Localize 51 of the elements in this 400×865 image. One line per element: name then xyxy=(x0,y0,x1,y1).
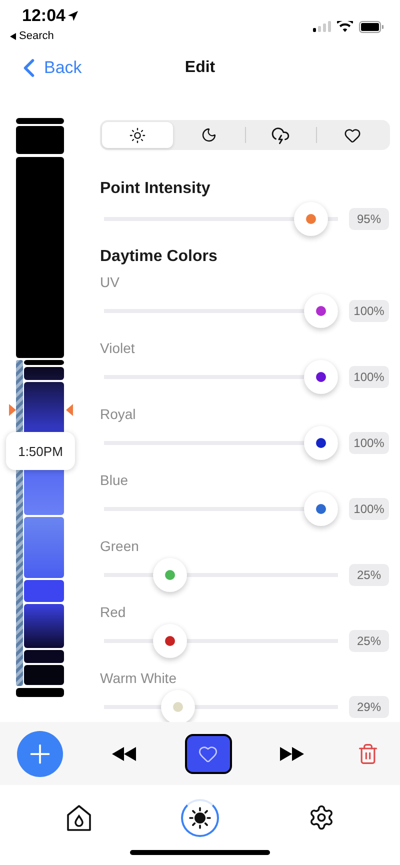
back-to-app-link[interactable]: Search xyxy=(19,30,54,42)
slider-thumb[interactable] xyxy=(153,624,188,658)
moon-icon xyxy=(201,127,218,143)
slider-thumb[interactable] xyxy=(304,426,338,460)
value-label: 25% xyxy=(349,564,389,586)
signal-icon xyxy=(313,21,331,32)
sun-icon xyxy=(128,126,146,144)
channel-label: UV xyxy=(100,273,120,291)
value-label: 95% xyxy=(349,208,389,230)
sun-icon xyxy=(187,804,213,830)
heart-icon xyxy=(198,744,218,764)
section-heading: Point Intensity xyxy=(100,179,212,199)
channel-label: Royal xyxy=(100,405,137,423)
slider-thumb[interactable] xyxy=(304,294,338,328)
value-label: 100% xyxy=(349,300,389,322)
slider-thumb[interactable] xyxy=(294,202,328,236)
favorite-button[interactable] xyxy=(184,734,232,774)
back-triangle-icon xyxy=(10,32,16,40)
status-time: 12:04 xyxy=(22,6,78,26)
battery-icon xyxy=(359,20,384,32)
heart-icon xyxy=(344,126,362,144)
fast-forward-icon xyxy=(280,746,304,760)
slider-thumb[interactable] xyxy=(153,558,188,592)
back-button[interactable]: Back xyxy=(0,52,82,82)
storm-icon xyxy=(271,126,290,144)
channel-label: Warm White xyxy=(100,669,178,687)
home-icon xyxy=(66,804,92,832)
tab-bar-item[interactable] xyxy=(181,798,219,836)
wifi-icon xyxy=(337,21,353,32)
value-label: 100% xyxy=(349,366,389,388)
value-label: 100% xyxy=(349,498,389,520)
section-heading: Daytime Colors xyxy=(100,247,218,267)
rewind-icon xyxy=(112,746,136,760)
channel-label: Red xyxy=(100,603,127,621)
value-label: 29% xyxy=(349,696,389,718)
settings-icon xyxy=(308,804,334,831)
channel-label: Violet xyxy=(100,339,136,357)
trash-icon xyxy=(357,742,379,764)
timeline-drawing[interactable] xyxy=(16,118,64,698)
slider-thumb[interactable] xyxy=(304,360,338,394)
slider-thumb[interactable] xyxy=(161,690,196,722)
location-icon xyxy=(68,11,78,21)
value-label: 25% xyxy=(349,630,389,652)
page-title: Edit xyxy=(184,58,216,76)
marker-icon xyxy=(66,404,73,416)
channel-label: Green xyxy=(100,537,140,555)
slider-thumb[interactable] xyxy=(304,492,338,526)
value-label: 100% xyxy=(349,432,389,454)
time-badge[interactable]: 1:50PM xyxy=(6,432,75,470)
channel-label: Blue xyxy=(100,471,130,489)
add-button[interactable] xyxy=(17,730,63,776)
